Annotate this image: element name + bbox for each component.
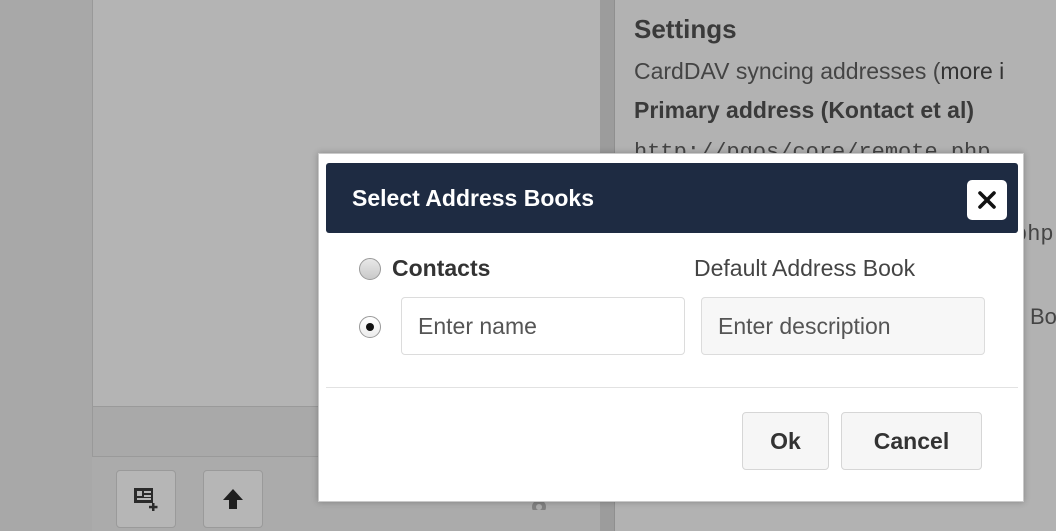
new-address-book-radio[interactable] xyxy=(359,316,381,338)
dialog-title: Select Address Books xyxy=(352,185,595,211)
dialog-separator xyxy=(326,387,1018,388)
background-text-fragment: Bo xyxy=(1030,304,1056,329)
more-info-link[interactable]: more i xyxy=(940,58,1004,84)
cancel-button[interactable]: Cancel xyxy=(841,412,982,470)
upload-button[interactable] xyxy=(203,470,263,528)
contacts-label: Contacts xyxy=(392,255,491,281)
contacts-radio[interactable] xyxy=(359,258,381,280)
address-book-description-input[interactable] xyxy=(701,297,985,355)
address-book-name-input[interactable] xyxy=(401,297,685,355)
carddav-text: CardDAV syncing addresses ( xyxy=(634,58,941,84)
upload-arrow-icon xyxy=(223,489,243,509)
address-book-description: Default Address Book xyxy=(694,255,916,281)
close-icon xyxy=(978,191,996,209)
ok-button[interactable]: Ok xyxy=(742,412,829,470)
new-address-book-button[interactable] xyxy=(116,470,176,528)
add-address-book-icon xyxy=(134,488,158,511)
settings-heading: Settings xyxy=(634,14,737,44)
dialog-titlebar: Select Address Books xyxy=(326,163,1018,233)
app-navigation-strip xyxy=(0,0,92,531)
select-address-books-dialog: Select Address Books Contacts Default Ad… xyxy=(318,153,1024,502)
close-button[interactable] xyxy=(967,180,1007,220)
primary-address-heading: Primary address (Kontact et al) xyxy=(634,97,975,123)
carddav-description: CardDAV syncing addresses (more i xyxy=(634,58,1004,85)
